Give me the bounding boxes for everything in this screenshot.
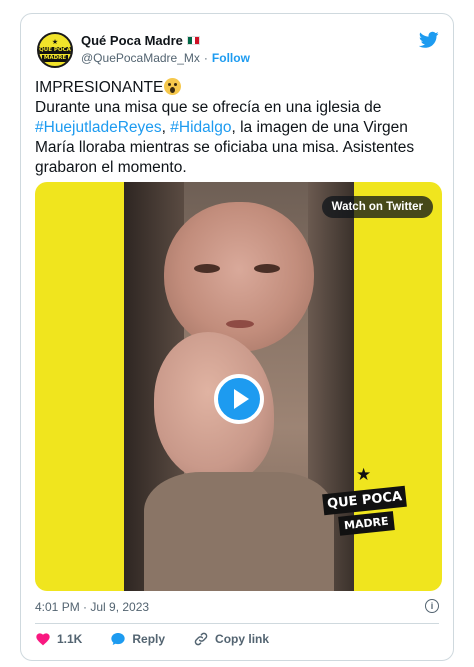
tweet-timestamp[interactable]: 4:01 PM · Jul 9, 2023 (35, 600, 149, 614)
avatar[interactable]: ★ QUÉ POCA MADRE (37, 32, 73, 68)
author-handle-row: @QuePocaMadre_Mx · Follow (81, 51, 250, 65)
watermark-line1: QUE POCA (322, 485, 408, 516)
mouth (226, 320, 254, 328)
link-icon (194, 632, 208, 646)
hashtag-hidalgo[interactable]: #Hidalgo (170, 119, 231, 136)
tweet-body-sep: , (161, 119, 171, 136)
reply-button[interactable]: Reply (110, 631, 165, 647)
robe (144, 472, 334, 591)
separator-dot: · (203, 51, 208, 65)
que-poca-madre-watermark: ★ QUE POCA MADRE (322, 465, 408, 546)
reply-bubble-icon (111, 633, 126, 645)
watermark-line2: MADRE (338, 511, 395, 536)
follow-button[interactable]: Follow (212, 51, 250, 65)
tweet-headline: IMPRESIONANTE (35, 79, 164, 96)
twitter-bird-icon[interactable] (419, 31, 439, 49)
face-screaming-emoji-icon (164, 78, 182, 95)
tweet-text: IMPRESIONANTE Durante una misa que se of… (35, 78, 441, 178)
divider (35, 623, 439, 624)
copy-link-label: Copy link (215, 632, 270, 646)
tweet-actions: 1.1K Reply Copy link (35, 631, 297, 647)
eye-right (254, 264, 280, 273)
star-icon: ★ (356, 465, 372, 484)
statue-face (164, 202, 314, 352)
tweet-body-part1: Durante una misa que se ofrecía en una i… (35, 99, 382, 116)
like-count: 1.1K (57, 632, 83, 646)
copy-link-button[interactable]: Copy link (193, 631, 269, 647)
tweet-card: ★ QUÉ POCA MADRE Qué Poca Madre @QuePoca… (20, 13, 454, 661)
like-button[interactable]: 1.1K (35, 631, 82, 647)
mexico-flag-icon (186, 36, 200, 45)
heart-icon (36, 633, 50, 646)
avatar-text-line1: QUÉ POCA (39, 46, 71, 54)
info-icon[interactable]: i (425, 599, 439, 613)
avatar-text-line2: MADRE (41, 54, 69, 62)
hashtag-huejutladereyes[interactable]: #HuejutladeReyes (35, 119, 162, 136)
watch-on-twitter-button[interactable]: Watch on Twitter (321, 196, 433, 218)
tweet-media[interactable]: Watch on Twitter ★ QUE POCA MADRE (35, 182, 442, 591)
play-icon[interactable] (214, 374, 264, 424)
author-name-row: Qué Poca Madre (81, 33, 200, 48)
eye-left (194, 264, 220, 273)
author-handle[interactable]: @QuePocaMadre_Mx (81, 51, 200, 65)
star-icon: ★ (51, 38, 59, 46)
reply-label: Reply (132, 632, 166, 646)
author-display-name[interactable]: Qué Poca Madre (81, 33, 183, 48)
